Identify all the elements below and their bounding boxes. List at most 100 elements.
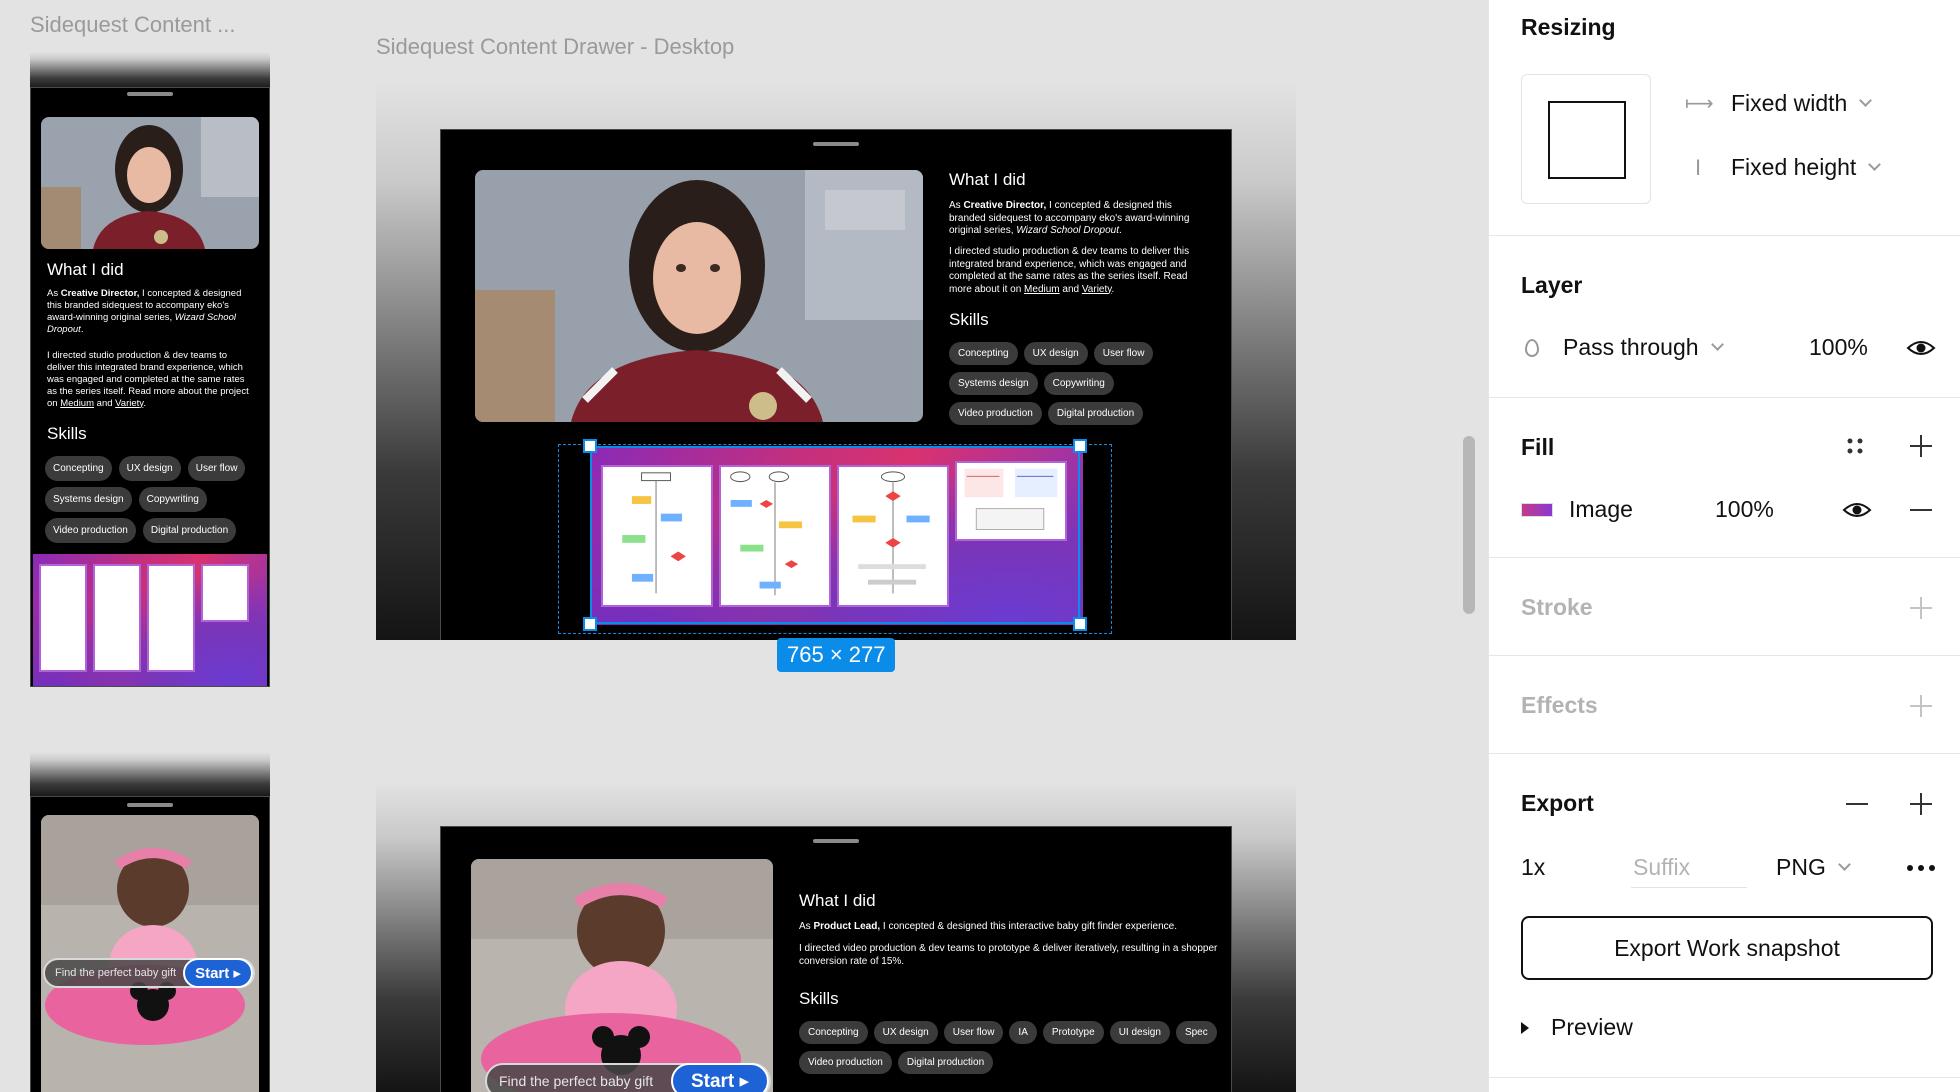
skill-chip: UI design: [1109, 1021, 1170, 1044]
skill-chip: UX design: [118, 456, 181, 481]
skill-chip: Video production: [45, 518, 136, 543]
mobile-description-1: As Creative Director, I concepted & desi…: [47, 288, 242, 335]
skill-chip: Systems design: [949, 372, 1038, 395]
skill-chip: Digital production: [897, 1051, 994, 1074]
styles-grid-icon[interactable]: [1839, 430, 1871, 462]
eye-icon[interactable]: [1841, 494, 1873, 526]
flowchart-sheet: [201, 564, 249, 622]
chevron-down-icon: [1710, 338, 1724, 351]
fill-row-image[interactable]: Image: [1521, 496, 1633, 523]
start-button[interactable]: Start ▸: [183, 958, 253, 988]
design-canvas[interactable]: Sidequest Content ... Sidequest Content …: [0, 0, 1488, 1092]
heading-skills: Skills: [949, 310, 989, 329]
baby-gift-cta-desktop[interactable]: Find the perfect baby gift Start ▸: [485, 1063, 771, 1092]
flowchart-sheet: [39, 564, 87, 672]
selection-box[interactable]: [590, 446, 1080, 624]
drawer-handle: [127, 92, 173, 96]
resize-handle-top-right[interactable]: [1073, 439, 1087, 453]
medium-link[interactable]: Medium: [60, 398, 94, 409]
add-stroke-plus-icon[interactable]: [1905, 592, 1937, 624]
add-fill-plus-icon[interactable]: [1905, 430, 1937, 462]
skills-chips: Concepting UX design User flow Systems d…: [949, 342, 1209, 425]
desktop-frame-label[interactable]: Sidequest Content Drawer - Desktop: [376, 34, 734, 60]
resizing-preview-box: [1548, 101, 1626, 179]
eye-icon[interactable]: [1905, 332, 1937, 364]
more-icon[interactable]: [1905, 852, 1937, 884]
skill-chip: Video production: [949, 402, 1042, 425]
resize-handle-bottom-left[interactable]: [583, 617, 597, 631]
description-2: I directed studio production & dev teams…: [949, 246, 1190, 295]
skill-chip: UX design: [873, 1021, 938, 1044]
baby-gift-cta-mobile[interactable]: Find the perfect baby gift Start ▸: [43, 958, 255, 988]
layer-section: Layer Pass through 100%: [1489, 236, 1960, 398]
skill-chip: Spec: [1175, 1021, 1217, 1044]
blend-mode-dropdown[interactable]: Pass through: [1525, 334, 1724, 361]
mobile-frame-label[interactable]: Sidequest Content ...: [30, 12, 235, 38]
baby-video-still-desktop: [471, 859, 773, 1092]
remove-export-minus-icon[interactable]: [1841, 788, 1873, 820]
variety-link[interactable]: Variety: [1082, 284, 1112, 295]
fixed-width-dropdown[interactable]: ⟼ Fixed width: [1685, 90, 1873, 117]
stroke-title: Stroke: [1521, 594, 1593, 620]
fill-section: Fill Image 100%: [1489, 398, 1960, 558]
stroke-section: Stroke: [1489, 558, 1960, 656]
properties-panel: Resizing ⟼ Fixed width I Fixed height La…: [1488, 0, 1960, 1092]
canvas-vertical-scrollbar[interactable]: [1463, 436, 1475, 614]
skill-chip: Copywriting: [138, 487, 207, 512]
video-still-1: [41, 117, 259, 249]
resizing-section: Resizing ⟼ Fixed width I Fixed height: [1489, 0, 1960, 236]
cta-text: Find the perfect baby gift: [55, 967, 177, 979]
mobile-skills-chips: Concepting UX design User flow Systems d…: [45, 456, 265, 543]
export-format-label: PNG: [1776, 854, 1826, 880]
layer-opacity-input[interactable]: 100%: [1809, 334, 1868, 361]
skill-chip: Digital production: [1047, 402, 1144, 425]
resize-handle-bottom-right[interactable]: [1073, 617, 1087, 631]
skill-chip: Concepting: [45, 456, 112, 481]
medium-link[interactable]: Medium: [1024, 284, 1060, 295]
skill-chip: User flow: [1093, 342, 1154, 365]
skill-chip: User flow: [187, 456, 246, 481]
fixed-height-icon: I: [1694, 154, 1702, 180]
skill-chip: Copywriting: [1043, 372, 1114, 395]
mobile-card-2[interactable]: Find the perfect baby gift Start ▸: [30, 796, 270, 1092]
export-preview-toggle[interactable]: Preview: [1521, 1014, 1633, 1041]
export-scale-dropdown[interactable]: 1x: [1521, 854, 1545, 881]
effects-title: Effects: [1521, 692, 1598, 718]
export-suffix-input[interactable]: Suffix: [1631, 846, 1747, 888]
mobile-flow-diagram-image[interactable]: [33, 554, 267, 686]
mobile-card-1[interactable]: What I did As Creative Director, I conce…: [30, 87, 270, 687]
skill-chip: Systems design: [45, 487, 132, 512]
export-format-dropdown[interactable]: PNG: [1776, 854, 1851, 881]
fill-type-label: Image: [1569, 496, 1633, 522]
fill-opacity-input[interactable]: 100%: [1715, 496, 1774, 523]
remove-fill-minus-icon[interactable]: [1905, 494, 1937, 526]
desktop-card-2[interactable]: Find the perfect baby gift Start ▸ What …: [440, 826, 1232, 1092]
variety-link[interactable]: Variety: [115, 398, 143, 409]
description-2-2: I directed video production & dev teams …: [799, 943, 1218, 967]
add-effect-plus-icon[interactable]: [1905, 690, 1937, 722]
skill-chip: Video production: [799, 1051, 892, 1074]
mobile-frame-fade: [30, 752, 270, 798]
mobile-heading-skills: Skills: [47, 424, 87, 443]
resizing-title: Resizing: [1521, 14, 1616, 40]
mobile-heading-what-i-did: What I did: [47, 260, 124, 279]
heading-skills-2: Skills: [799, 989, 839, 1008]
skill-chip: Concepting: [799, 1021, 868, 1044]
caret-right-icon: [1521, 1021, 1529, 1034]
export-button[interactable]: Export Work snapshot: [1521, 916, 1933, 980]
start-button[interactable]: Start ▸: [671, 1063, 769, 1092]
fixed-height-label: Fixed height: [1731, 154, 1857, 180]
video-still-1-desktop: [475, 170, 923, 422]
skill-chip: Digital production: [142, 518, 237, 543]
effects-section: Effects: [1489, 656, 1960, 754]
fixed-width-label: Fixed width: [1731, 90, 1848, 116]
export-title: Export: [1521, 790, 1594, 816]
blend-mode-label: Pass through: [1563, 334, 1699, 360]
drawer-handle: [813, 142, 859, 146]
add-export-plus-icon[interactable]: [1905, 788, 1937, 820]
image-thumbnail-icon: [1521, 502, 1553, 517]
skills-chips-2: Concepting UX design User flow IA Protot…: [799, 1021, 1219, 1074]
resize-handle-top-left[interactable]: [583, 439, 597, 453]
drawer-handle: [127, 803, 173, 807]
fixed-height-dropdown[interactable]: I Fixed height: [1685, 154, 1882, 181]
